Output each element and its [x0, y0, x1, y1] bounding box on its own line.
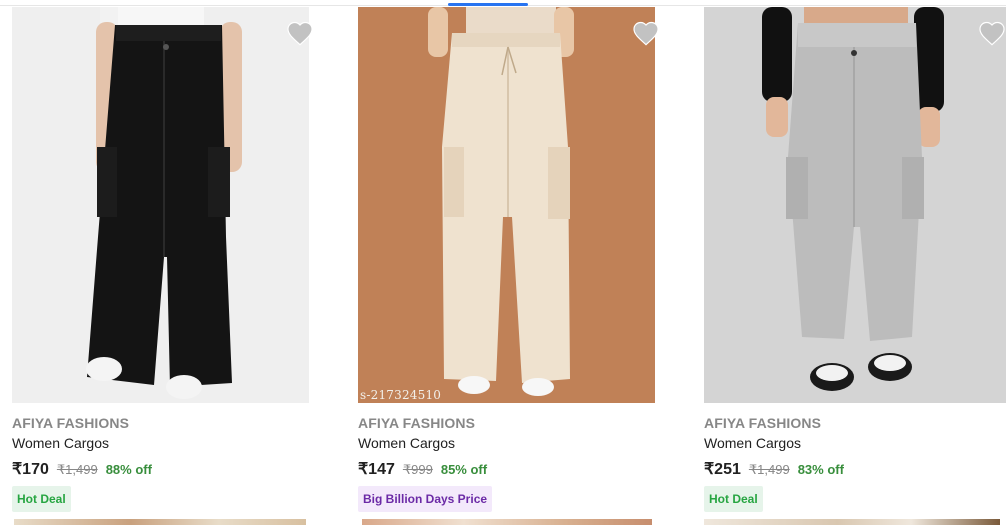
black-cargo-pants-image — [12, 7, 309, 403]
next-row-product-image[interactable] — [704, 519, 1000, 525]
wishlist-heart-icon[interactable] — [286, 20, 314, 46]
discount-percent: 85% off — [440, 462, 488, 477]
discount-percent: 88% off — [105, 462, 152, 477]
grey-cargo-pants-image — [704, 7, 1006, 403]
selling-price: ₹251 — [704, 461, 741, 478]
image-watermark: s-217324510 — [360, 388, 442, 402]
product-card[interactable]: AFIYA FASHIONS Women Cargos ₹170 ₹1,499 … — [12, 0, 314, 520]
product-image-grey-cargos[interactable] — [704, 7, 1006, 403]
price-row: ₹170 ₹1,499 88% off — [12, 459, 152, 479]
product-brand: AFIYA FASHIONS — [358, 415, 476, 431]
product-card[interactable]: s-217324510 AFIYA FASHIONS Women Cargos … — [358, 0, 660, 520]
discount-percent: 83% off — [797, 462, 844, 477]
product-image-black-cargos[interactable] — [12, 7, 309, 403]
next-row-product-image[interactable] — [14, 519, 306, 525]
wishlist-heart-icon[interactable] — [978, 20, 1006, 46]
price-row: ₹251 ₹1,499 83% off — [704, 459, 844, 479]
selling-price: ₹147 — [358, 461, 395, 478]
original-price: ₹1,499 — [56, 462, 98, 477]
beige-cargo-pants-image — [358, 7, 655, 403]
product-grid: AFIYA FASHIONS Women Cargos ₹170 ₹1,499 … — [0, 0, 1006, 525]
product-image-beige-cargos[interactable]: s-217324510 — [358, 7, 655, 403]
product-brand: AFIYA FASHIONS — [704, 415, 822, 431]
next-row-product-image[interactable] — [362, 519, 652, 525]
original-price: ₹1,499 — [748, 462, 790, 477]
hot-deal-badge: Hot Deal — [704, 486, 763, 512]
hot-deal-badge: Hot Deal — [12, 486, 71, 512]
product-brand: AFIYA FASHIONS — [12, 415, 130, 431]
product-title[interactable]: Women Cargos — [358, 435, 455, 451]
product-title[interactable]: Women Cargos — [704, 435, 801, 451]
product-card[interactable]: AFIYA FASHIONS Women Cargos ₹251 ₹1,499 … — [704, 0, 1006, 520]
big-billion-days-badge: Big Billion Days Price — [358, 486, 493, 512]
wishlist-heart-icon[interactable] — [632, 20, 660, 46]
selling-price: ₹170 — [12, 461, 49, 478]
product-title[interactable]: Women Cargos — [12, 435, 109, 451]
original-price: ₹999 — [402, 462, 433, 477]
price-row: ₹147 ₹999 85% off — [358, 459, 487, 479]
